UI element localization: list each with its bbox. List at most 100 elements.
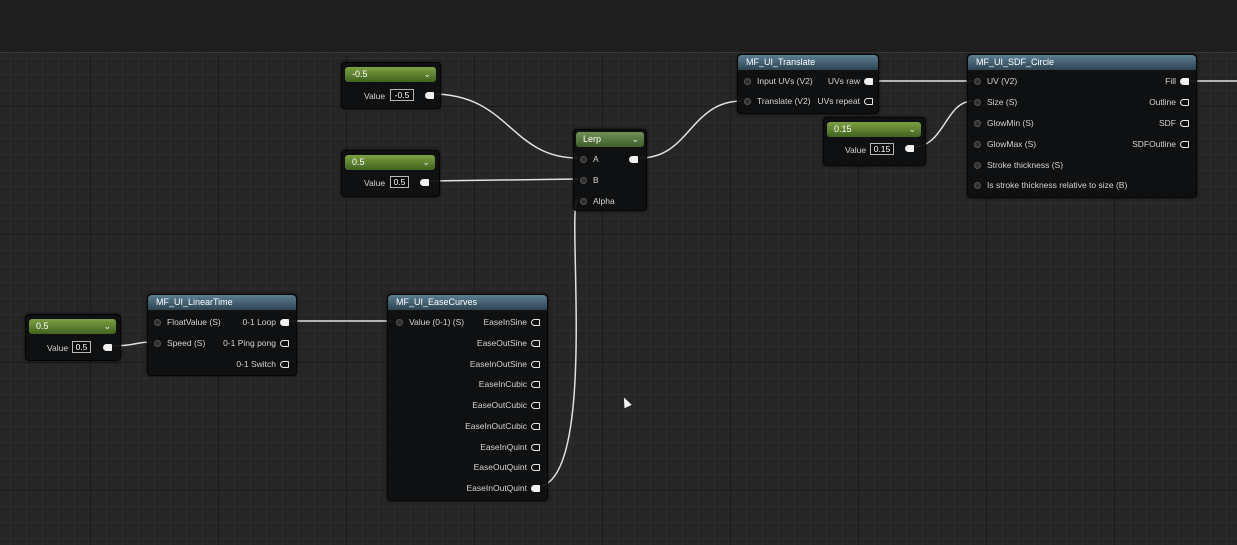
linear-time-output-pingpong: 0-1 Ping pong (223, 338, 276, 348)
ease-output-easeoutsine: EaseOutSine (476, 338, 527, 348)
input-pin-icon[interactable] (974, 162, 981, 169)
translate-output-uvs-repeat: UVs repeat (817, 96, 860, 106)
constant-node-0-15[interactable]: 0.15 ⌄ Value 0.15 (823, 117, 926, 166)
chevron-down-icon[interactable]: ⌄ (631, 132, 639, 147)
output-pin-icon[interactable] (864, 98, 873, 105)
translate-output-uvs-raw: UVs raw (827, 76, 860, 86)
circle-output-sdfoutline: SDFOutline (1132, 139, 1176, 149)
ease-output-easeoutquint: EaseOutQuint (473, 462, 527, 472)
output-pin-icon[interactable] (531, 485, 540, 492)
output-pin-icon[interactable] (531, 361, 540, 368)
output-pin-icon[interactable] (280, 340, 289, 347)
ease-output-easeinoutcubic: EaseInOutCubic (465, 421, 527, 431)
linear-time-node[interactable]: MF_UI_LinearTime FloatValue (S) Speed (S… (147, 294, 297, 376)
chevron-down-icon[interactable]: ⌄ (423, 67, 431, 82)
ease-output-easeinquint: EaseInQuint (480, 442, 527, 452)
output-pin-icon[interactable] (425, 92, 434, 99)
graph-toolbar-area (0, 0, 1237, 53)
output-pin-icon[interactable] (1180, 99, 1189, 106)
input-pin-icon[interactable] (974, 120, 981, 127)
constant-node-neg-0-5[interactable]: -0.5 ⌄ Value -0.5 (341, 62, 441, 109)
input-pin-icon[interactable] (744, 78, 751, 85)
value-label: Value (364, 178, 386, 188)
input-pin-icon[interactable] (580, 198, 587, 205)
lerp-input-b: B (593, 175, 599, 185)
circle-input-stroke: Stroke thickness (S) (987, 160, 1064, 170)
circle-input-size: Size (S) (987, 97, 1018, 107)
input-pin-icon[interactable] (974, 182, 981, 189)
wire-c2-to-lerp-b (428, 178, 579, 182)
lerp-node[interactable]: Lerp ⌄ A B Alpha (573, 129, 647, 211)
chevron-down-icon[interactable]: ⌄ (103, 319, 111, 334)
output-pin-icon[interactable] (280, 319, 289, 326)
input-pin-icon[interactable] (154, 319, 161, 326)
output-pin-icon[interactable] (864, 78, 873, 85)
ease-input-value: Value (0-1) (S) (409, 317, 465, 327)
constant-node-0-5-speed[interactable]: 0.5 ⌄ Value 0.5 (25, 314, 121, 361)
sdf-circle-header: MF_UI_SDF_Circle (968, 55, 1196, 71)
linear-time-header: MF_UI_LinearTime (148, 295, 296, 311)
translate-input-translate: Translate (V2) (757, 96, 811, 106)
linear-time-input-floatvalue: FloatValue (S) (167, 317, 221, 327)
output-pin-icon[interactable] (531, 402, 540, 409)
circle-input-stroke-relative: Is stroke thickness relative to size (B) (987, 180, 1128, 190)
constant-title: -0.5 (352, 69, 368, 79)
value-field[interactable]: -0.5 (390, 89, 414, 101)
output-pin-icon[interactable] (531, 381, 540, 388)
sdf-circle-node[interactable]: MF_UI_SDF_Circle UV (V2) Size (S) GlowMi… (967, 54, 1197, 198)
constant-header: 0.5 ⌄ (345, 155, 435, 170)
output-pin-icon[interactable] (1180, 78, 1189, 85)
lerp-header: Lerp ⌄ (576, 132, 644, 147)
circle-output-sdf: SDF (1159, 118, 1176, 128)
input-pin-icon[interactable] (396, 319, 403, 326)
output-pin-icon[interactable] (905, 145, 914, 152)
input-pin-icon[interactable] (580, 156, 587, 163)
circle-input-glowmin: GlowMin (S) (987, 118, 1034, 128)
chevron-down-icon[interactable]: ⌄ (422, 155, 430, 170)
constant-title: 0.15 (834, 124, 852, 134)
lerp-input-a: A (593, 154, 599, 164)
constant-node-0-5[interactable]: 0.5 ⌄ Value 0.5 (341, 150, 440, 197)
output-pin-icon[interactable] (420, 179, 429, 186)
output-pin-icon[interactable] (531, 423, 540, 430)
constant-title: 0.5 (352, 157, 365, 167)
circle-output-outline: Outline (1149, 97, 1176, 107)
output-pin-icon[interactable] (1180, 120, 1189, 127)
output-pin-icon[interactable] (280, 361, 289, 368)
input-pin-icon[interactable] (580, 177, 587, 184)
value-field[interactable]: 0.15 (870, 143, 894, 155)
value-label: Value (845, 145, 867, 155)
ease-output-easeinoutquint: EaseInOutQuint (466, 483, 527, 493)
constant-title: 0.5 (36, 321, 49, 331)
wire-c1-to-lerp-a (431, 93, 579, 159)
output-pin-icon[interactable] (531, 464, 540, 471)
output-pin-icon[interactable] (531, 319, 540, 326)
input-pin-icon[interactable] (974, 99, 981, 106)
ease-curves-header: MF_UI_EaseCurves (388, 295, 547, 311)
input-pin-icon[interactable] (974, 78, 981, 85)
ease-curves-node[interactable]: MF_UI_EaseCurves Value (0-1) (S) EaseInS… (387, 294, 548, 501)
wire-lerp-to-translate (639, 100, 743, 159)
input-pin-icon[interactable] (974, 141, 981, 148)
value-field[interactable]: 0.5 (390, 176, 409, 188)
ease-output-easeincubic: EaseInCubic (478, 379, 527, 389)
lerp-input-alpha: Alpha (593, 196, 615, 206)
value-label: Value (364, 91, 386, 101)
translate-node[interactable]: MF_UI_Translate Input UVs (V2) Translate… (737, 54, 879, 114)
value-field[interactable]: 0.5 (72, 341, 91, 353)
mouse-cursor-icon (620, 395, 632, 409)
lerp-title: Lerp (583, 134, 602, 144)
ease-output-easeinsine: EaseInSine (483, 317, 527, 327)
input-pin-icon[interactable] (744, 98, 751, 105)
constant-header: 0.15 ⌄ (827, 122, 921, 137)
output-pin-icon[interactable] (629, 156, 638, 163)
circle-input-glowmax: GlowMax (S) (987, 139, 1037, 149)
ease-output-easeinoutsine: EaseInOutSine (469, 359, 527, 369)
output-pin-icon[interactable] (531, 444, 540, 451)
output-pin-icon[interactable] (531, 340, 540, 347)
chevron-down-icon[interactable]: ⌄ (908, 122, 916, 137)
input-pin-icon[interactable] (154, 340, 161, 347)
value-label: Value (47, 343, 69, 353)
output-pin-icon[interactable] (1180, 141, 1189, 148)
output-pin-icon[interactable] (103, 344, 112, 351)
